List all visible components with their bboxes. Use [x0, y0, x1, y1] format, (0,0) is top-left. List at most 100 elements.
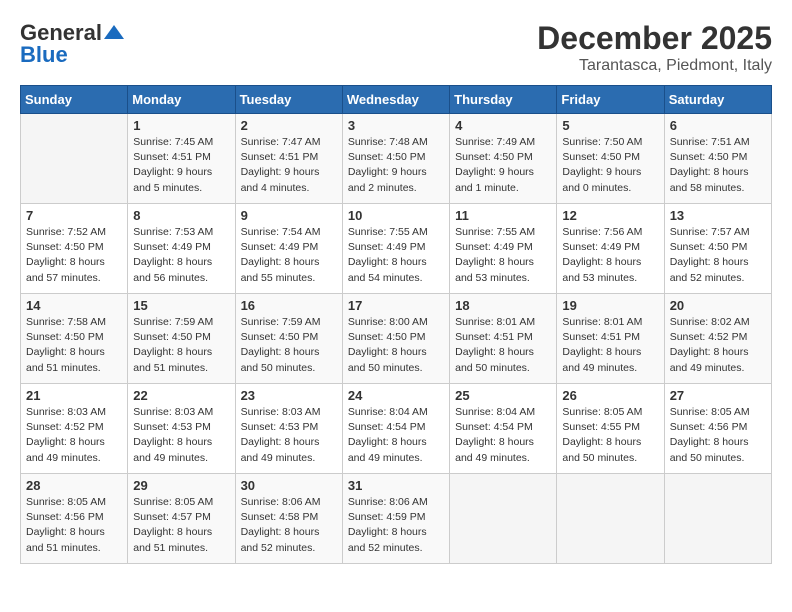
day-info: Sunrise: 8:03 AMSunset: 4:53 PMDaylight:… — [133, 405, 229, 466]
day-info: Sunrise: 7:53 AMSunset: 4:49 PMDaylight:… — [133, 225, 229, 286]
calendar-cell — [450, 474, 557, 564]
day-info: Sunrise: 8:05 AMSunset: 4:56 PMDaylight:… — [26, 495, 122, 556]
day-info: Sunrise: 7:57 AMSunset: 4:50 PMDaylight:… — [670, 225, 766, 286]
day-info: Sunrise: 7:55 AMSunset: 4:49 PMDaylight:… — [455, 225, 551, 286]
day-number: 13 — [670, 208, 766, 223]
day-number: 19 — [562, 298, 658, 313]
day-info: Sunrise: 7:58 AMSunset: 4:50 PMDaylight:… — [26, 315, 122, 376]
calendar-week-1: 1 Sunrise: 7:45 AMSunset: 4:51 PMDaylight… — [21, 114, 772, 204]
day-info: Sunrise: 8:04 AMSunset: 4:54 PMDaylight:… — [455, 405, 551, 466]
day-info: Sunrise: 8:05 AMSunset: 4:55 PMDaylight:… — [562, 405, 658, 466]
day-number: 27 — [670, 388, 766, 403]
logo-blue: Blue — [20, 42, 68, 68]
day-number: 16 — [241, 298, 337, 313]
day-info: Sunrise: 8:05 AMSunset: 4:57 PMDaylight:… — [133, 495, 229, 556]
day-number: 21 — [26, 388, 122, 403]
day-number: 30 — [241, 478, 337, 493]
calendar-cell: 22 Sunrise: 8:03 AMSunset: 4:53 PMDayligh… — [128, 384, 235, 474]
day-info: Sunrise: 7:49 AMSunset: 4:50 PMDaylight:… — [455, 135, 551, 196]
logo-icon — [104, 25, 124, 39]
calendar-cell: 26 Sunrise: 8:05 AMSunset: 4:55 PMDayligh… — [557, 384, 664, 474]
calendar-cell: 7 Sunrise: 7:52 AMSunset: 4:50 PMDaylight… — [21, 204, 128, 294]
calendar-cell: 10 Sunrise: 7:55 AMSunset: 4:49 PMDayligh… — [342, 204, 449, 294]
weekday-header-wednesday: Wednesday — [342, 86, 449, 114]
day-number: 23 — [241, 388, 337, 403]
weekday-header-tuesday: Tuesday — [235, 86, 342, 114]
day-info: Sunrise: 8:06 AMSunset: 4:59 PMDaylight:… — [348, 495, 444, 556]
day-number: 14 — [26, 298, 122, 313]
calendar-cell — [21, 114, 128, 204]
calendar-week-2: 7 Sunrise: 7:52 AMSunset: 4:50 PMDaylight… — [21, 204, 772, 294]
day-number: 22 — [133, 388, 229, 403]
day-info: Sunrise: 8:03 AMSunset: 4:52 PMDaylight:… — [26, 405, 122, 466]
day-number: 11 — [455, 208, 551, 223]
weekday-header-sunday: Sunday — [21, 86, 128, 114]
calendar-cell: 31 Sunrise: 8:06 AMSunset: 4:59 PMDayligh… — [342, 474, 449, 564]
day-info: Sunrise: 8:01 AMSunset: 4:51 PMDaylight:… — [455, 315, 551, 376]
calendar-cell: 25 Sunrise: 8:04 AMSunset: 4:54 PMDayligh… — [450, 384, 557, 474]
calendar-cell: 14 Sunrise: 7:58 AMSunset: 4:50 PMDayligh… — [21, 294, 128, 384]
day-info: Sunrise: 7:52 AMSunset: 4:50 PMDaylight:… — [26, 225, 122, 286]
day-info: Sunrise: 8:02 AMSunset: 4:52 PMDaylight:… — [670, 315, 766, 376]
day-number: 1 — [133, 118, 229, 133]
calendar-cell: 16 Sunrise: 7:59 AMSunset: 4:50 PMDayligh… — [235, 294, 342, 384]
calendar-cell: 18Sunrise: 8:01 AMSunset: 4:51 PMDayligh… — [450, 294, 557, 384]
day-info: Sunrise: 7:47 AMSunset: 4:51 PMDaylight:… — [241, 135, 337, 196]
calendar-cell: 8 Sunrise: 7:53 AMSunset: 4:49 PMDaylight… — [128, 204, 235, 294]
day-number: 8 — [133, 208, 229, 223]
day-info: Sunrise: 7:45 AMSunset: 4:51 PMDaylight:… — [133, 135, 229, 196]
calendar-cell: 13 Sunrise: 7:57 AMSunset: 4:50 PMDayligh… — [664, 204, 771, 294]
day-number: 31 — [348, 478, 444, 493]
calendar-table: SundayMondayTuesdayWednesdayThursdayFrid… — [20, 85, 772, 564]
day-info: Sunrise: 8:06 AMSunset: 4:58 PMDaylight:… — [241, 495, 337, 556]
calendar-week-3: 14 Sunrise: 7:58 AMSunset: 4:50 PMDayligh… — [21, 294, 772, 384]
day-number: 12 — [562, 208, 658, 223]
weekday-header-friday: Friday — [557, 86, 664, 114]
day-info: Sunrise: 8:03 AMSunset: 4:53 PMDaylight:… — [241, 405, 337, 466]
day-info: Sunrise: 7:55 AMSunset: 4:49 PMDaylight:… — [348, 225, 444, 286]
day-number: 9 — [241, 208, 337, 223]
day-number: 3 — [348, 118, 444, 133]
calendar-cell — [664, 474, 771, 564]
day-number: 10 — [348, 208, 444, 223]
day-info: Sunrise: 7:59 AMSunset: 4:50 PMDaylight:… — [241, 315, 337, 376]
day-number: 2 — [241, 118, 337, 133]
calendar-cell: 2 Sunrise: 7:47 AMSunset: 4:51 PMDaylight… — [235, 114, 342, 204]
calendar-cell: 6Sunrise: 7:51 AMSunset: 4:50 PMDaylight… — [664, 114, 771, 204]
calendar-cell: 15 Sunrise: 7:59 AMSunset: 4:50 PMDayligh… — [128, 294, 235, 384]
day-number: 4 — [455, 118, 551, 133]
day-number: 29 — [133, 478, 229, 493]
weekday-header-thursday: Thursday — [450, 86, 557, 114]
weekday-header-saturday: Saturday — [664, 86, 771, 114]
day-number: 7 — [26, 208, 122, 223]
day-number: 15 — [133, 298, 229, 313]
page-header: General Blue December 2025 Tarantasca, P… — [20, 20, 772, 75]
calendar-cell: 9 Sunrise: 7:54 AMSunset: 4:49 PMDaylight… — [235, 204, 342, 294]
calendar-cell: 23 Sunrise: 8:03 AMSunset: 4:53 PMDayligh… — [235, 384, 342, 474]
day-number: 24 — [348, 388, 444, 403]
calendar-cell: 19 Sunrise: 8:01 AMSunset: 4:51 PMDayligh… — [557, 294, 664, 384]
calendar-cell: 29 Sunrise: 8:05 AMSunset: 4:57 PMDayligh… — [128, 474, 235, 564]
calendar-cell: 4 Sunrise: 7:49 AMSunset: 4:50 PMDaylight… — [450, 114, 557, 204]
day-number: 26 — [562, 388, 658, 403]
month-title: December 2025 — [537, 20, 772, 57]
location: Tarantasca, Piedmont, Italy — [537, 57, 772, 75]
logo: General Blue — [20, 20, 124, 68]
day-info: Sunrise: 7:56 AMSunset: 4:49 PMDaylight:… — [562, 225, 658, 286]
calendar-week-5: 28Sunrise: 8:05 AMSunset: 4:56 PMDayligh… — [21, 474, 772, 564]
calendar-week-4: 21 Sunrise: 8:03 AMSunset: 4:52 PMDayligh… — [21, 384, 772, 474]
weekday-header-row: SundayMondayTuesdayWednesdayThursdayFrid… — [21, 86, 772, 114]
day-info: Sunrise: 7:59 AMSunset: 4:50 PMDaylight:… — [133, 315, 229, 376]
day-number: 20 — [670, 298, 766, 313]
calendar-cell: 3 Sunrise: 7:48 AMSunset: 4:50 PMDaylight… — [342, 114, 449, 204]
day-info: Sunrise: 7:48 AMSunset: 4:50 PMDaylight:… — [348, 135, 444, 196]
day-info: Sunrise: 7:50 AMSunset: 4:50 PMDaylight:… — [562, 135, 658, 196]
day-info: Sunrise: 8:01 AMSunset: 4:51 PMDaylight:… — [562, 315, 658, 376]
calendar-cell: 21 Sunrise: 8:03 AMSunset: 4:52 PMDayligh… — [21, 384, 128, 474]
calendar-cell: 5Sunrise: 7:50 AMSunset: 4:50 PMDaylight… — [557, 114, 664, 204]
calendar-cell: 20 Sunrise: 8:02 AMSunset: 4:52 PMDayligh… — [664, 294, 771, 384]
calendar-cell: 1 Sunrise: 7:45 AMSunset: 4:51 PMDaylight… — [128, 114, 235, 204]
day-number: 25 — [455, 388, 551, 403]
day-info: Sunrise: 8:04 AMSunset: 4:54 PMDaylight:… — [348, 405, 444, 466]
day-info: Sunrise: 7:54 AMSunset: 4:49 PMDaylight:… — [241, 225, 337, 286]
